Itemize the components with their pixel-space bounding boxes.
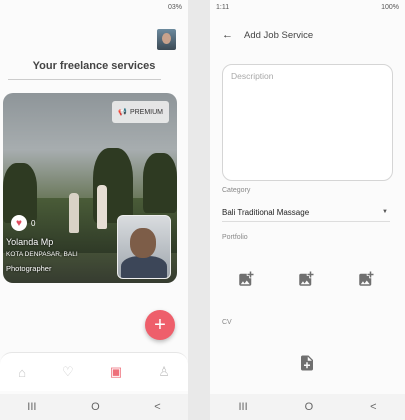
battery-level: 03% [167,3,182,11]
back-arrow-icon[interactable]: ← [222,29,236,41]
status-bar: 03% [0,0,188,14]
profile-icon[interactable]: ♙ [158,364,170,380]
like-counter[interactable]: ♥ 0 [11,215,35,231]
megaphone-icon: 📢 [118,109,127,116]
briefcase-icon[interactable]: ▣ [110,364,122,380]
cv-label: CV [222,319,232,326]
battery-level: 100% [381,3,399,11]
heart-icon[interactable]: ♡ [62,364,74,380]
back-button[interactable]: < [154,401,160,413]
add-service-button[interactable]: + [145,310,175,340]
clock: 1:11 [216,3,230,11]
service-card[interactable]: 📢 PREMIUM ♥ 0 Yolanda Mp KOTA DENPASAR, … [3,93,177,283]
left-screen: 03% Your freelance services 📢 PREMIUM ♥ … [0,0,188,420]
avatar[interactable] [157,29,176,50]
card-image-person [69,193,79,233]
recents-button[interactable]: III [238,401,247,413]
app-bar: ← Add Job Service [210,26,405,44]
card-image-tree [3,163,37,223]
card-image-tree [143,153,177,213]
description-placeholder: Description [231,71,274,81]
card-title: Yolanda Mp [6,237,54,247]
category-select[interactable]: Bali Traditional Massage ▼ [222,203,390,222]
bottom-navigation: ⌂ ♡ ▣ ♙ [0,352,188,391]
portfolio-label: Portfolio [222,234,248,241]
page-title: Add Job Service [244,29,314,41]
card-location: KOTA DENPASAR, BALI [6,251,78,258]
home-button[interactable]: O [305,401,314,413]
add-image-icon[interactable] [357,270,375,288]
recents-button[interactable]: III [27,401,36,413]
home-button[interactable]: O [91,401,100,413]
right-screen: 1:11 100% ← Add Job Service Description … [210,0,405,420]
heart-icon[interactable]: ♥ [11,215,27,231]
system-navigation: III O < [0,394,188,420]
card-image-person [97,185,107,229]
description-field[interactable]: Description [222,64,393,181]
add-file-icon[interactable] [298,352,316,374]
like-count: 0 [31,218,36,228]
premium-badge: 📢 PREMIUM [112,101,169,123]
card-category: Photographer [6,264,52,273]
add-image-icon[interactable] [237,270,255,288]
add-image-icon[interactable] [297,270,315,288]
back-button[interactable]: < [370,401,376,413]
status-bar: 1:11 100% [210,0,405,14]
dropdown-arrow-icon: ▼ [382,209,388,215]
home-icon[interactable]: ⌂ [18,365,26,380]
section-title: Your freelance services [32,60,156,72]
category-value: Bali Traditional Massage [222,207,310,217]
system-navigation: III O < [210,394,405,420]
section-divider [8,79,161,80]
premium-label: PREMIUM [129,108,163,116]
category-label: Category [222,187,251,194]
provider-thumbnail [117,215,171,279]
